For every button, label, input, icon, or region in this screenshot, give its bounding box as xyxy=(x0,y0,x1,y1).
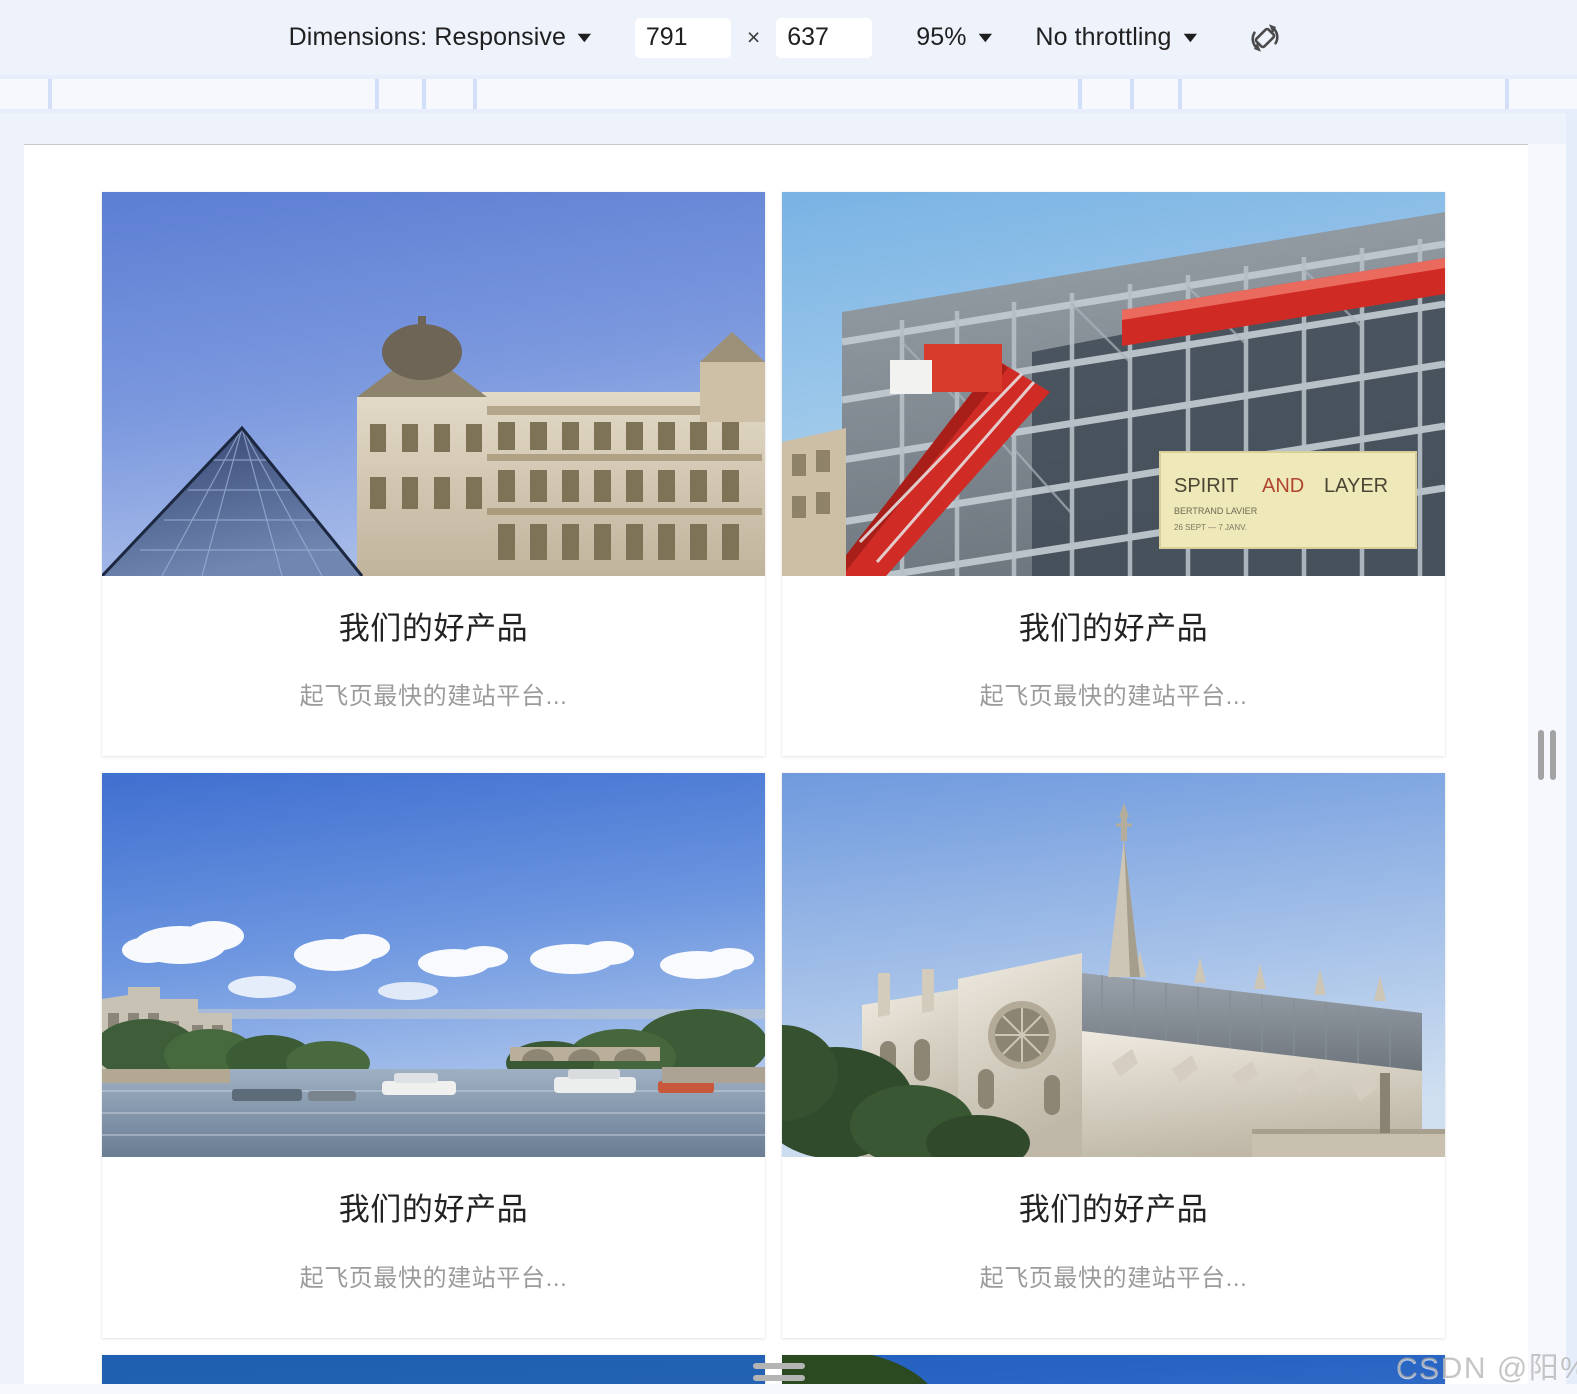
ruler-tick xyxy=(473,79,477,109)
zoom-dropdown[interactable]: 95% ▼ xyxy=(916,23,996,52)
viewport-top-gutter xyxy=(0,113,1577,144)
card-subtitle: 起飞页最快的建站平台... xyxy=(299,1264,568,1292)
card-body: 我们的好产品 起飞页最快的建站平台... xyxy=(782,1157,1445,1338)
rotate-device-icon xyxy=(1251,23,1279,52)
viewport-left-gutter xyxy=(0,113,24,1394)
viewport-right-gutter xyxy=(1566,113,1577,1394)
dimensions-label: Dimensions: Responsive xyxy=(288,23,566,51)
svg-text:26 SEPT — 7 JANV.: 26 SEPT — 7 JANV. xyxy=(1174,523,1247,532)
svg-text:AND: AND xyxy=(1262,475,1304,497)
notre-dame-photo xyxy=(782,773,1445,1158)
resize-handle-bottom[interactable] xyxy=(753,1363,805,1381)
ruler-tick xyxy=(1130,79,1134,109)
resize-grip-vertical xyxy=(1538,730,1556,780)
grip-bar xyxy=(1550,730,1556,780)
product-card[interactable]: 我们的好产品 起飞页最快的建站平台... xyxy=(782,773,1445,1338)
product-card[interactable]: 我们的好产品 起飞页最快的建站平台... xyxy=(782,1354,1445,1384)
card-subtitle: 起飞页最快的建站平台... xyxy=(979,683,1248,711)
seine-river-photo xyxy=(102,773,765,1158)
ruler-tick xyxy=(1505,79,1509,109)
louvre-pyramid-photo xyxy=(102,192,765,576)
blue-sky-photo xyxy=(102,1354,765,1384)
viewport-height-input[interactable] xyxy=(776,17,873,58)
chevron-down-icon: ▼ xyxy=(973,29,997,46)
card-body: 我们的好产品 起飞页最快的建站平台... xyxy=(782,576,1445,757)
product-card[interactable]: SPIRIT AND LAYER BERTRAND LAVIER 26 SEPT… xyxy=(782,192,1445,757)
zoom-label: 95% xyxy=(916,23,967,51)
chevron-down-icon: ▼ xyxy=(573,29,596,46)
rotate-device-button[interactable] xyxy=(1242,15,1288,61)
product-card[interactable]: 我们的好产品 起飞页最快的建站平台... xyxy=(102,1354,765,1384)
dimension-separator: × xyxy=(746,24,761,50)
viewport-ruler[interactable] xyxy=(0,75,1577,113)
svg-text:LAYER: LAYER xyxy=(1324,475,1388,497)
svg-text:SPIRIT: SPIRIT xyxy=(1174,475,1238,497)
product-card[interactable]: 我们的好产品 起飞页最快的建站平台... xyxy=(102,192,765,757)
ruler-tick xyxy=(1078,79,1082,109)
sacre-coeur-photo xyxy=(782,1354,1445,1384)
dimensions-dropdown[interactable]: Dimensions: Responsive ▼ xyxy=(288,23,596,52)
viewport-width-input[interactable] xyxy=(634,17,731,58)
svg-text:BERTRAND LAVIER: BERTRAND LAVIER xyxy=(1174,506,1258,516)
card-body: 我们的好产品 起飞页最快的建站平台... xyxy=(102,576,765,757)
card-subtitle: 起飞页最快的建站平台... xyxy=(979,1264,1248,1292)
product-card-grid: 我们的好产品 起飞页最快的建站平台... SPIRIT AND LAYER BE… xyxy=(102,192,1452,1384)
resize-handle-right[interactable] xyxy=(1528,144,1566,1384)
centre-pompidou-photo: SPIRIT AND LAYER BERTRAND LAVIER 26 SEPT… xyxy=(782,192,1445,576)
grip-bar xyxy=(753,1363,805,1369)
throttling-label: No throttling xyxy=(1035,23,1172,51)
viewport-bottom-edge xyxy=(24,1384,1528,1394)
viewport-ruler-track xyxy=(0,79,1577,109)
throttling-dropdown[interactable]: No throttling ▼ xyxy=(1035,23,1201,52)
card-subtitle: 起飞页最快的建站平台... xyxy=(299,683,568,711)
ruler-tick xyxy=(375,79,379,109)
device-viewport: 我们的好产品 起飞页最快的建站平台... SPIRIT AND LAYER BE… xyxy=(24,144,1528,1384)
ruler-tick xyxy=(422,79,426,109)
card-title: 我们的好产品 xyxy=(338,611,529,646)
card-title: 我们的好产品 xyxy=(1018,611,1209,646)
card-body: 我们的好产品 起飞页最快的建站平台... xyxy=(102,1157,765,1338)
grip-bar xyxy=(753,1375,805,1381)
rendered-page: 我们的好产品 起飞页最快的建站平台... SPIRIT AND LAYER BE… xyxy=(24,145,1528,1384)
chevron-down-icon: ▼ xyxy=(1178,29,1202,46)
card-title: 我们的好产品 xyxy=(338,1192,529,1228)
grip-bar xyxy=(1538,730,1544,780)
card-title: 我们的好产品 xyxy=(1018,1192,1209,1228)
device-toolbar: Dimensions: Responsive ▼ × 95% ▼ No thro… xyxy=(0,0,1577,75)
ruler-tick xyxy=(1178,79,1182,109)
ruler-tick xyxy=(48,79,52,109)
product-card[interactable]: 我们的好产品 起飞页最快的建站平台... xyxy=(102,773,765,1338)
